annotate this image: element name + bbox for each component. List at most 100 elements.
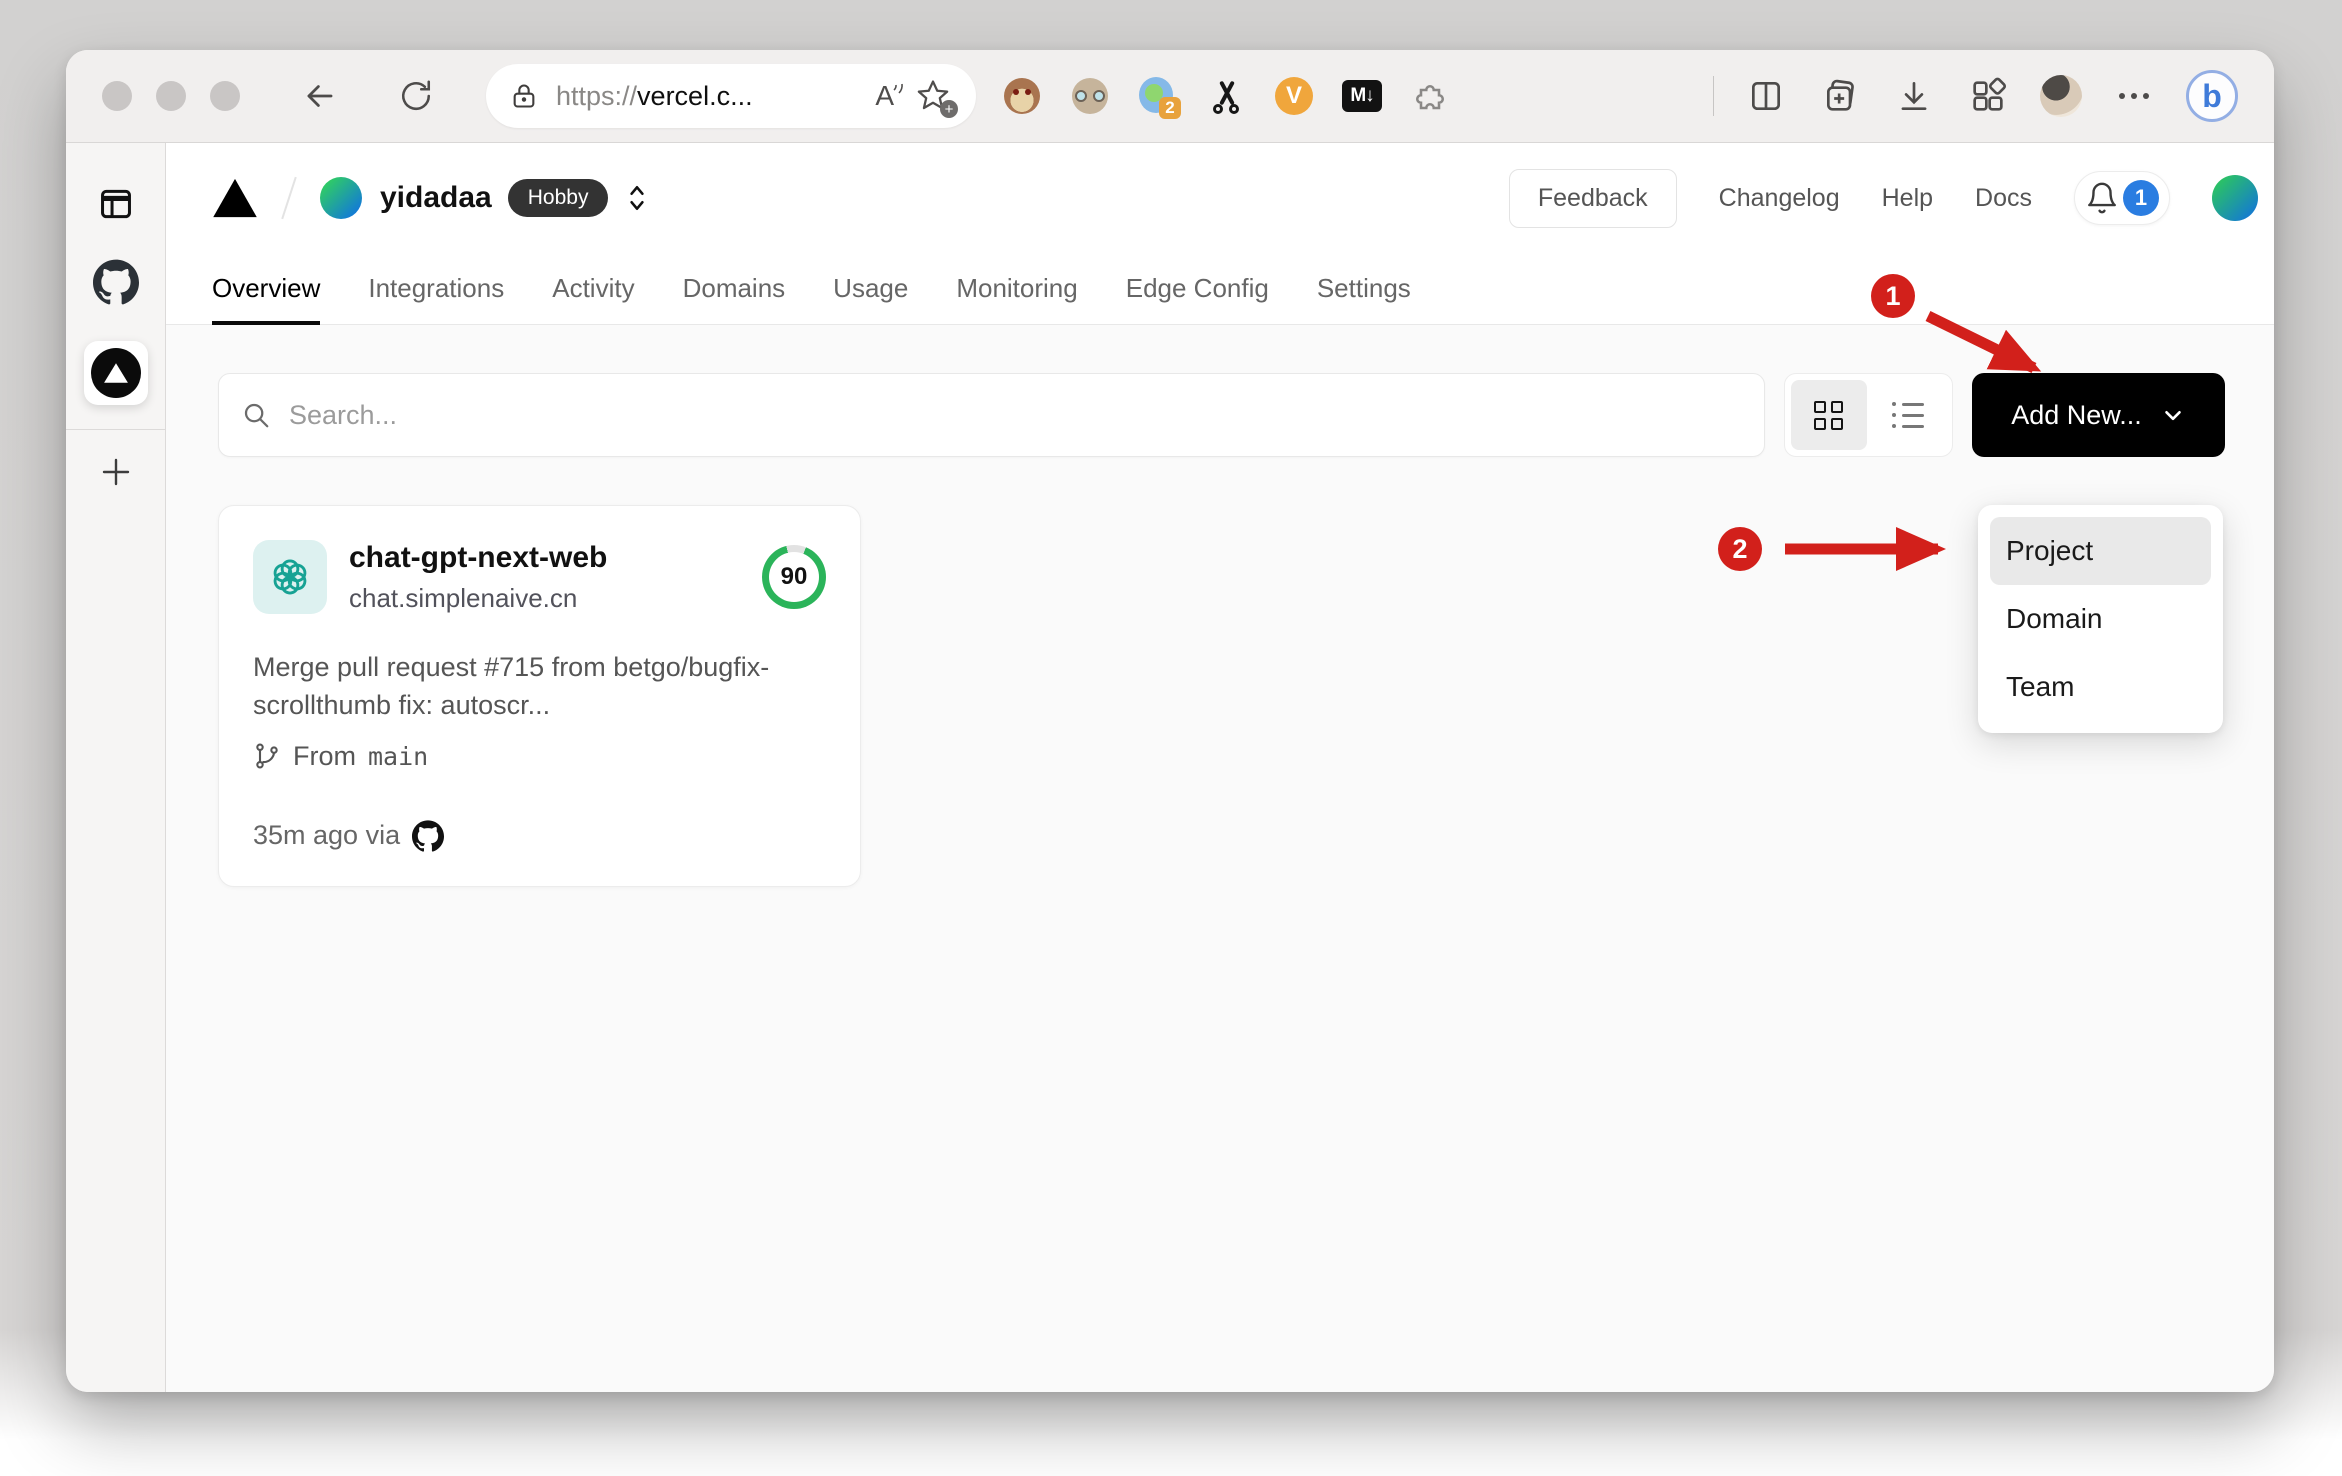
dashboard-content: Add New... <box>166 325 2274 1392</box>
collections-button[interactable] <box>1818 74 1862 118</box>
address-bar[interactable]: https://vercel.c... A + <box>486 64 976 128</box>
deploy-meta: 35m ago via <box>253 820 401 851</box>
url-text[interactable]: https://vercel.c... <box>556 81 753 112</box>
toolbar-right-group: b <box>1713 70 2238 122</box>
tampermonkey-extension-icon[interactable] <box>1002 76 1042 116</box>
scope-switcher-icon[interactable] <box>624 183 650 213</box>
git-branch-icon <box>256 743 278 769</box>
search-icon <box>244 403 269 428</box>
dropdown-item-domain[interactable]: Domain <box>1990 585 2211 653</box>
tab-settings[interactable]: Settings <box>1317 253 1411 324</box>
project-card[interactable]: chat-gpt-next-web chat.simplenaive.cn 90… <box>218 505 861 887</box>
search-box[interactable] <box>218 373 1765 457</box>
bell-icon <box>2088 182 2116 214</box>
translate-extension-icon[interactable]: 2 <box>1138 76 1181 119</box>
team-name[interactable]: yidadaa <box>380 181 492 215</box>
reload-icon <box>401 80 431 111</box>
clipper-extension-icon[interactable] <box>1206 76 1246 116</box>
list-view-button[interactable] <box>1871 380 1947 450</box>
feedback-button[interactable]: Feedback <box>1508 168 1677 228</box>
browser-window: https://vercel.c... A + 2 V M↓ b yidadaa… <box>66 50 2274 1392</box>
add-new-label: Add New... <box>2011 399 2142 430</box>
grid-view-button[interactable] <box>1791 380 1867 450</box>
ellipsis-icon <box>2119 93 2125 99</box>
apps-grid-icon <box>1973 77 2007 111</box>
vercel-sidebar-tab[interactable] <box>83 341 148 405</box>
bing-chat-button[interactable]: b <box>2186 70 2238 122</box>
docs-link[interactable]: Docs <box>1975 184 2032 213</box>
toolbar-divider <box>1713 76 1714 116</box>
elder-face-icon <box>1072 78 1108 114</box>
collections-icon <box>1827 79 1854 111</box>
dropdown-item-team[interactable]: Team <box>1990 653 2211 721</box>
back-arrow-icon <box>307 85 333 107</box>
reload-button[interactable] <box>394 74 438 118</box>
github-sidebar-icon[interactable] <box>92 259 139 305</box>
project-name: chat-gpt-next-web <box>349 540 608 574</box>
score-ring[interactable]: 90 <box>762 545 826 609</box>
sidebar-toggle-icon[interactable] <box>97 185 135 223</box>
vercel-header: yidadaa Hobby Feedback Changelog Help Do… <box>166 143 2274 325</box>
persona-extension-icon[interactable] <box>1070 76 1110 116</box>
commit-message: Merge pull request #715 from betgo/bugfi… <box>253 652 770 721</box>
markdown-download-icon: M↓ <box>1342 80 1382 112</box>
tab-overview[interactable]: Overview <box>212 253 321 325</box>
openai-logo-icon <box>273 559 307 595</box>
changelog-link[interactable]: Changelog <box>1719 184 1840 213</box>
breadcrumb-slash <box>281 176 297 220</box>
tab-edge-config[interactable]: Edge Config <box>1126 253 1269 324</box>
notification-badge: 1 <box>2123 180 2159 216</box>
tab-activity[interactable]: Activity <box>552 253 634 324</box>
read-aloud-button[interactable]: A <box>875 80 903 112</box>
help-link[interactable]: Help <box>1882 184 1933 213</box>
list-view-icon <box>1892 402 1924 428</box>
translate-badge: 2 <box>1159 97 1181 119</box>
settings-menu-button[interactable] <box>2112 74 2156 118</box>
translate-icon: 2 <box>1139 77 1181 119</box>
close-button[interactable] <box>102 81 132 111</box>
tab-domains[interactable]: Domains <box>683 253 786 324</box>
branch-name: main <box>368 741 429 771</box>
notifications-button[interactable]: 1 <box>2074 171 2170 225</box>
project-avatar <box>253 540 327 614</box>
traffic-lights <box>102 81 240 111</box>
dropdown-item-project[interactable]: Project <box>1990 517 2211 585</box>
minimize-button[interactable] <box>156 81 186 111</box>
team-avatar[interactable] <box>320 177 362 219</box>
downloads-button[interactable] <box>1892 74 1936 118</box>
split-screen-icon <box>1751 81 1781 111</box>
url-host: vercel.c... <box>637 80 753 111</box>
add-new-dropdown: Project Domain Team <box>1978 505 2223 733</box>
star-plus-icon: + <box>940 100 958 118</box>
view-toggle <box>1784 373 1953 457</box>
vercel-logo-icon[interactable] <box>212 177 258 219</box>
browser-profile-avatar[interactable] <box>2040 75 2082 117</box>
search-input[interactable] <box>289 399 1742 431</box>
add-tab-icon[interactable] <box>98 454 134 490</box>
tab-usage[interactable]: Usage <box>833 253 908 324</box>
markdown-extension-icon[interactable]: M↓ <box>1342 76 1382 116</box>
tab-integrations[interactable]: Integrations <box>368 253 504 324</box>
score-value: 90 <box>769 552 819 602</box>
vercel-circle-icon <box>90 348 141 398</box>
github-source-icon <box>412 820 445 852</box>
v-extension-icon[interactable]: V <box>1274 76 1314 116</box>
project-domain[interactable]: chat.simplenaive.cn <box>349 583 607 614</box>
zoom-button[interactable] <box>210 81 240 111</box>
browser-sidebar <box>66 143 166 1392</box>
read-aloud-waves-icon <box>893 83 903 94</box>
tab-monitoring[interactable]: Monitoring <box>956 253 1077 324</box>
lock-icon[interactable] <box>510 81 538 111</box>
bing-icon: b <box>2202 77 2222 114</box>
download-icon <box>1901 81 1927 111</box>
split-screen-button[interactable] <box>1744 74 1788 118</box>
back-button[interactable] <box>298 74 342 118</box>
workspaces-button[interactable] <box>1966 74 2010 118</box>
puzzle-icon <box>1415 84 1445 110</box>
add-new-button[interactable]: Add New... <box>1972 373 2225 457</box>
user-avatar[interactable] <box>2212 175 2258 221</box>
grid-view-icon <box>1814 400 1844 430</box>
extensions-menu-button[interactable] <box>1410 76 1450 116</box>
browser-toolbar: https://vercel.c... A + 2 V M↓ b <box>66 50 2274 143</box>
favorites-button[interactable]: + <box>916 78 958 118</box>
